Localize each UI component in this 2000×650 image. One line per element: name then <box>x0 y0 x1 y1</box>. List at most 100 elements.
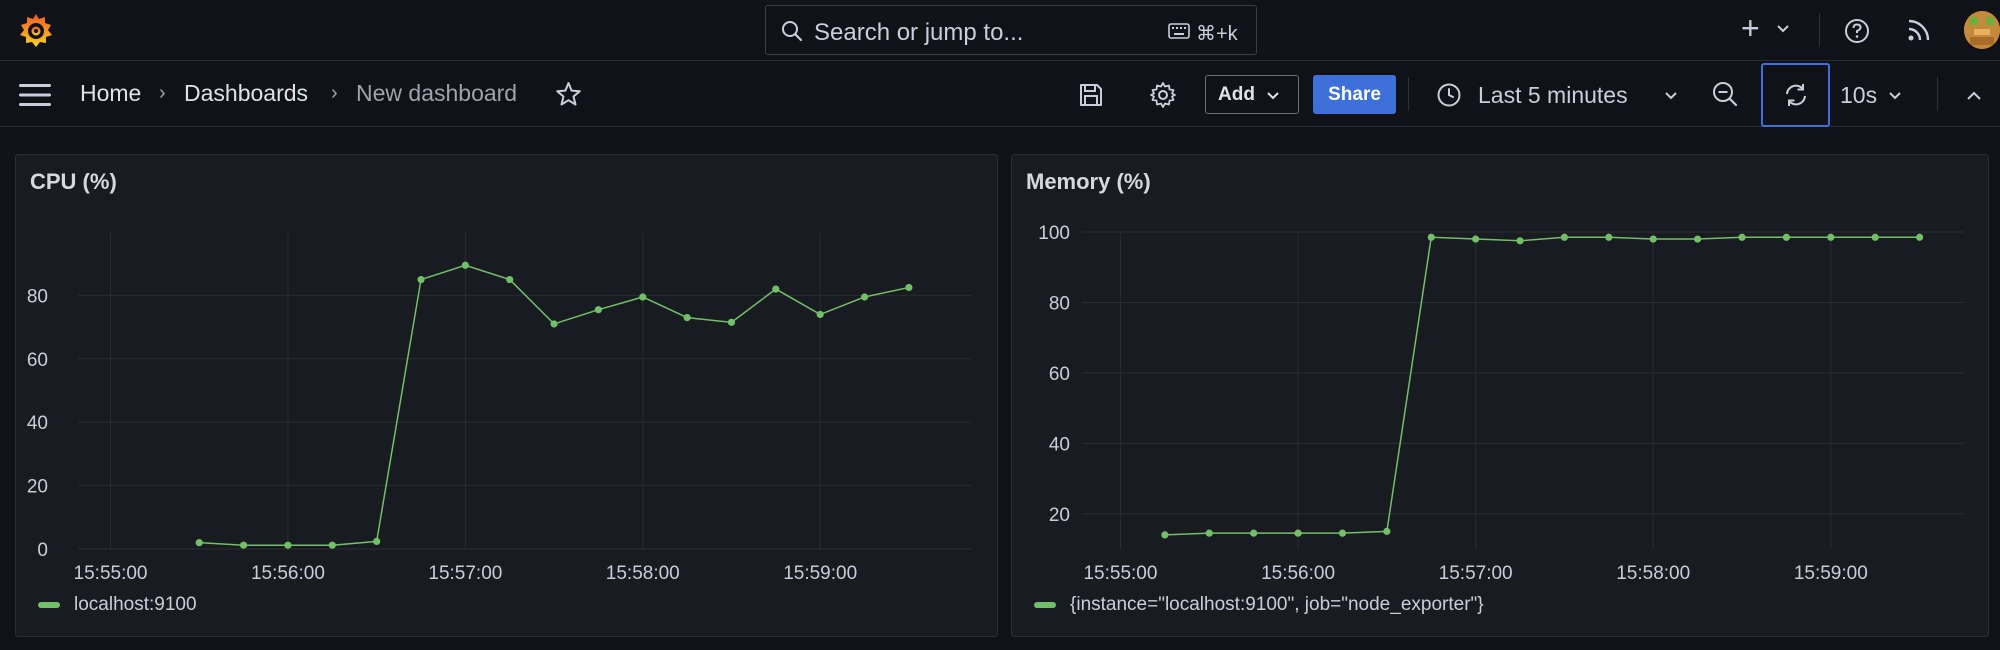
data-point <box>772 285 780 293</box>
data-point <box>1782 233 1791 241</box>
legend-item[interactable]: {instance="localhost:9100", job="node_ex… <box>1034 594 1484 616</box>
series-line <box>1164 236 1920 536</box>
legend-label: {instance="localhost:9100", job="node_ex… <box>1070 594 1484 615</box>
keyboard-icon <box>1168 23 1190 39</box>
x-tick-label: 15:55:00 <box>74 563 148 584</box>
refresh-interval-picker[interactable]: 10s <box>1840 82 1877 109</box>
divider <box>1408 77 1409 111</box>
x-tick-label: 15:57:00 <box>1439 563 1513 584</box>
breadcrumb-dashboards[interactable]: Dashboards <box>184 80 308 107</box>
x-tick-label: 15:58:00 <box>1616 563 1690 584</box>
chevron-down-icon[interactable] <box>1776 22 1790 36</box>
y-tick-label: 40 <box>1049 434 1070 455</box>
data-point <box>506 275 514 284</box>
legend-item[interactable]: localhost:9100 <box>38 594 197 616</box>
add-button[interactable]: Add <box>1205 75 1299 114</box>
refresh-button[interactable] <box>1761 63 1830 127</box>
breadcrumb-home[interactable]: Home <box>80 80 141 107</box>
new-menu-button[interactable]: + <box>1741 12 1760 44</box>
y-tick-label: 0 <box>37 540 48 561</box>
legend-label: localhost:9100 <box>74 594 197 615</box>
chevron-down-icon <box>1665 92 1677 100</box>
clock-icon <box>1437 83 1461 107</box>
data-point <box>1294 529 1302 537</box>
top-bar: Search or jump to... ⌘+k + <box>0 0 2000 61</box>
breadcrumb-current: New dashboard <box>356 80 518 106</box>
avatar-icon <box>1964 11 2000 49</box>
data-point <box>461 261 469 269</box>
time-range-label: Last 5 minutes <box>1478 82 1628 108</box>
zoom-out-icon[interactable] <box>1711 80 1739 108</box>
help-icon[interactable] <box>1843 17 1871 45</box>
data-point <box>683 313 691 322</box>
x-tick-label: 15:57:00 <box>428 563 502 584</box>
data-point <box>373 537 381 545</box>
data-point <box>1871 233 1879 241</box>
chevron-down-icon <box>1267 92 1279 100</box>
legend-swatch <box>1034 602 1056 608</box>
gear-icon[interactable] <box>1148 80 1178 110</box>
data-point <box>1472 235 1480 243</box>
data-point <box>417 275 425 284</box>
data-point <box>239 541 248 549</box>
x-tick-label: 15:55:00 <box>1083 563 1157 584</box>
grafana-logo-icon[interactable] <box>17 12 55 50</box>
y-tick-label: 80 <box>27 286 48 307</box>
y-tick-label: 20 <box>1049 505 1070 526</box>
data-point <box>1205 529 1213 537</box>
series-line <box>199 264 910 546</box>
menu-icon[interactable] <box>19 84 51 106</box>
data-point <box>1694 235 1702 243</box>
divider <box>1819 13 1820 47</box>
share-button[interactable]: Share <box>1313 75 1396 114</box>
data-point <box>727 318 736 326</box>
dashboard-nav-bar: Home › Dashboards › New dashboard Add Sh… <box>0 61 2000 127</box>
data-point <box>1427 233 1435 241</box>
data-point <box>594 306 603 314</box>
data-point <box>1383 527 1391 535</box>
data-point <box>1649 235 1657 243</box>
refresh-icon <box>1786 84 1806 106</box>
data-point <box>328 541 336 549</box>
data-point <box>1605 233 1613 241</box>
data-point <box>1161 531 1169 539</box>
search-shortcut: ⌘+k <box>1196 23 1238 45</box>
search-input[interactable]: Search or jump to... ⌘+k <box>765 5 1257 55</box>
save-icon[interactable] <box>1077 81 1105 109</box>
search-placeholder: Search or jump to... <box>814 19 1024 46</box>
data-point <box>860 293 869 301</box>
breadcrumb-separator: › <box>159 82 166 104</box>
data-point <box>816 310 824 319</box>
data-point <box>1516 237 1524 245</box>
data-point <box>1250 529 1258 537</box>
user-avatar[interactable] <box>1964 11 2000 49</box>
star-icon[interactable] <box>555 81 582 108</box>
data-point <box>1916 233 1924 241</box>
data-point <box>1738 233 1746 241</box>
chevron-down-icon[interactable] <box>1887 88 1903 104</box>
memory-panel[interactable]: Memory (%) 20 40 60 80 100 15:55:00 15:56:00 15… <box>1011 154 1989 637</box>
data-point <box>550 320 558 328</box>
search-icon <box>782 21 803 42</box>
x-tick-label: 15:59:00 <box>783 563 857 584</box>
data-point <box>195 539 203 547</box>
chevron-up-icon[interactable] <box>1965 87 1983 105</box>
data-point <box>639 293 647 301</box>
cpu-chart: 0 20 40 60 80 15:55:00 15:56:00 15:57:00 15:58:0… <box>27 233 971 584</box>
data-point <box>1338 529 1347 537</box>
data-point <box>905 283 913 292</box>
cpu-panel[interactable]: CPU (%) 0 20 40 60 80 15:55:00 15:56:00 15:57:0… <box>15 154 998 637</box>
data-point <box>284 541 292 549</box>
x-tick-label: 15:56:00 <box>1261 563 1335 584</box>
add-button-label: Add <box>1218 83 1255 105</box>
y-tick-label: 100 <box>1038 223 1070 244</box>
news-feed-icon[interactable] <box>1906 17 1932 43</box>
data-point <box>1827 233 1835 241</box>
data-point <box>1560 233 1569 241</box>
x-tick-label: 15:58:00 <box>606 563 680 584</box>
memory-chart: 20 40 60 80 100 15:55:00 15:56:00 15:57:00 15:58… <box>1038 223 1964 584</box>
y-tick-label: 40 <box>27 413 48 434</box>
y-tick-label: 60 <box>27 350 48 371</box>
x-tick-label: 15:59:00 <box>1794 563 1868 584</box>
breadcrumb-separator: › <box>331 82 338 104</box>
